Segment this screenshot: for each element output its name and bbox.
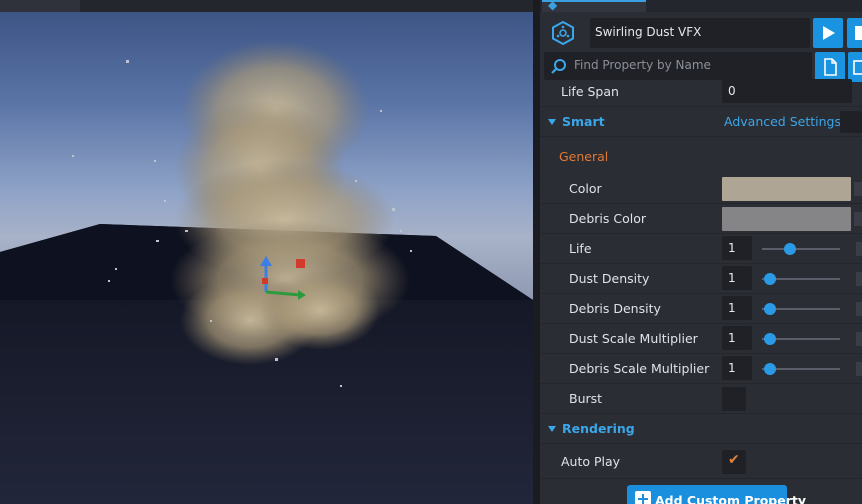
debris-scale-input[interactable]: 1	[722, 356, 752, 380]
property-row-dust-density: Dust Density 1	[540, 264, 862, 294]
life-input[interactable]: 1	[722, 236, 752, 260]
search-icon	[551, 59, 566, 74]
life-span-label: Life Span	[561, 84, 619, 99]
property-row-auto-play: Auto Play ✔	[540, 447, 862, 479]
debris-color-swatch[interactable]	[722, 207, 851, 231]
color-label: Color	[569, 181, 602, 196]
category-general: General	[540, 137, 862, 173]
advanced-settings-toggle[interactable]	[840, 111, 862, 133]
life-span-input[interactable]: 0	[722, 79, 852, 103]
vfx-object-icon	[552, 20, 574, 46]
property-row-life: Life 1	[540, 234, 862, 264]
dust-density-label: Dust Density	[569, 271, 650, 286]
auto-play-checkbox[interactable]: ✔	[722, 450, 746, 474]
object-name-field[interactable]: Swirling Dust VFX	[590, 18, 810, 48]
section-rendering[interactable]: Rendering	[540, 414, 862, 444]
dust-scale-reset-handle[interactable]	[856, 332, 862, 346]
smart-section-title: Smart	[562, 114, 605, 129]
debris-density-reset-handle[interactable]	[856, 302, 862, 316]
property-row-burst: Burst	[540, 384, 862, 414]
debris-scale-label: Debris Scale Multiplier	[569, 361, 710, 376]
checkmark-icon: ✔	[728, 452, 740, 468]
stop-button[interactable]	[847, 18, 862, 48]
plus-icon	[635, 491, 651, 504]
stop-icon	[855, 26, 862, 40]
add-custom-property-button[interactable]: Add Custom Property	[627, 485, 806, 504]
debris-color-reset-handle[interactable]	[854, 212, 862, 226]
dust-density-input[interactable]: 1	[722, 266, 752, 290]
life-slider-knob[interactable]	[784, 243, 797, 255]
chevron-down-icon	[548, 119, 556, 125]
properties-header: Swirling Dust VFX Find Property by Name	[540, 14, 862, 86]
dust-scale-label: Dust Scale Multiplier	[569, 331, 698, 346]
property-row-color: Color	[540, 174, 862, 204]
property-row-debris-density: Debris Density 1	[540, 294, 862, 324]
general-category-label: General	[559, 149, 609, 164]
chevron-down-icon	[548, 426, 556, 432]
advanced-settings-link[interactable]: Advanced Settings	[724, 114, 841, 129]
color-reset-handle[interactable]	[854, 182, 862, 196]
panel-splitter[interactable]	[533, 0, 540, 504]
rendering-section-title: Rendering	[562, 421, 635, 436]
debris-density-slider-knob[interactable]	[763, 303, 776, 315]
color-swatch[interactable]	[722, 177, 851, 201]
life-slider-track[interactable]	[762, 248, 840, 250]
debris-density-input[interactable]: 1	[722, 296, 752, 320]
debris-scale-reset-handle[interactable]	[856, 362, 862, 376]
life-reset-handle[interactable]	[856, 242, 862, 256]
debris-density-label: Debris Density	[569, 301, 661, 316]
properties-panel: ◆ Swirling Dust VFX Find Property by Nam…	[540, 0, 862, 504]
dust-density-reset-handle[interactable]	[856, 272, 862, 286]
dust-scale-input[interactable]: 1	[722, 326, 752, 350]
viewport-scene	[0, 40, 533, 504]
play-icon	[823, 26, 835, 40]
tab-properties[interactable]: ◆	[542, 0, 646, 12]
life-label: Life	[569, 241, 592, 256]
section-smart[interactable]: Smart Advanced Settings	[540, 107, 862, 137]
auto-play-label: Auto Play	[561, 454, 621, 469]
dust-cloud	[170, 40, 410, 365]
viewport-tab[interactable]	[0, 0, 80, 12]
burst-checkbox[interactable]	[722, 387, 746, 411]
property-row-debris-scale: Debris Scale Multiplier 1	[540, 354, 862, 384]
dust-density-slider-knob[interactable]	[763, 273, 776, 285]
properties-tab-icon: ◆	[548, 0, 558, 12]
dust-scale-slider-knob[interactable]	[763, 333, 776, 345]
burst-label: Burst	[569, 391, 603, 406]
play-button[interactable]	[813, 18, 843, 48]
debris-scale-slider-knob[interactable]	[763, 363, 776, 375]
debris-color-label: Debris Color	[569, 211, 646, 226]
property-row-dust-scale: Dust Scale Multiplier 1	[540, 324, 862, 354]
scene-viewport[interactable]	[0, 0, 533, 504]
add-custom-property-label: Add Custom Property	[655, 493, 807, 504]
property-row-life-span: Life Span 0	[540, 77, 862, 107]
property-row-debris-color: Debris Color	[540, 204, 862, 234]
property-search-input[interactable]: Find Property by Name	[544, 52, 812, 80]
